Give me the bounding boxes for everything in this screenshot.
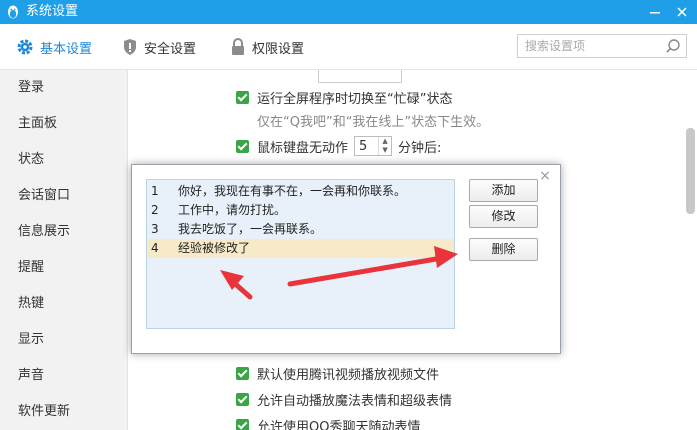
sidebar: 登录 主面板 状态 会话窗口 信息展示 提醒 热键 显示 声音 软件更新 bbox=[0, 70, 128, 430]
sidebar-item-sound[interactable]: 声音 bbox=[0, 358, 127, 394]
auto-reply-dialog: × 1 你好，我现在有事不在，一会再和你联系。 2 工作中，请勿打扰。 3 我去… bbox=[131, 164, 561, 354]
tab-bar: 基本设置 安全设置 权限设置 bbox=[0, 24, 697, 70]
tab-label: 权限设置 bbox=[252, 41, 305, 57]
title-bar: 系统设置 bbox=[0, 0, 697, 24]
qq-penguin-icon bbox=[8, 5, 18, 19]
sidebar-item-hotkeys[interactable]: 热键 bbox=[0, 286, 127, 322]
video-player-option[interactable]: 默认使用腾讯视频播放视频文件 bbox=[236, 364, 440, 383]
reply-number: 3 bbox=[151, 222, 159, 236]
edit-button[interactable]: 修改 bbox=[469, 205, 538, 228]
reply-text: 你好，我现在有事不在，一会再和你联系。 bbox=[178, 184, 407, 198]
search-box bbox=[517, 34, 687, 58]
sidebar-item-chat-window[interactable]: 会话窗口 bbox=[0, 178, 127, 214]
option-label: 允许自动播放魔法表情和超级表情 bbox=[257, 393, 453, 409]
qq-show-emoticon-option[interactable]: 允许使用QQ秀聊天随动表情 bbox=[236, 416, 420, 430]
clipped-field bbox=[318, 70, 402, 83]
stepper-arrows-icon[interactable]: ▲ ▼ bbox=[378, 137, 391, 155]
sidebar-item-reminders[interactable]: 提醒 bbox=[0, 250, 127, 286]
window-title: 系统设置 bbox=[26, 4, 79, 19]
option-label: 默认使用腾讯视频播放视频文件 bbox=[257, 367, 440, 383]
magic-emoticon-option[interactable]: 允许自动播放魔法表情和超级表情 bbox=[236, 390, 453, 409]
add-button[interactable]: 添加 bbox=[469, 179, 538, 202]
idle-option[interactable]: 鼠标键盘无动作 5 ▲ ▼ 分钟后: bbox=[236, 136, 441, 156]
video-player-checkbox[interactable] bbox=[236, 366, 249, 380]
option-label: 鼠标键盘无动作 bbox=[257, 140, 349, 156]
list-item-selected[interactable]: 4 经验被修改了 bbox=[147, 239, 454, 258]
close-window-button[interactable] bbox=[667, 0, 697, 24]
option-label: 运行全屏程序时切换至“忙碌”状态 bbox=[257, 91, 453, 107]
sidebar-item-login[interactable]: 登录 bbox=[0, 70, 127, 106]
reply-number: 1 bbox=[151, 184, 159, 198]
tab-security-settings[interactable]: 安全设置 bbox=[122, 36, 196, 58]
search-input[interactable] bbox=[518, 35, 655, 57]
tab-basic-settings[interactable]: 基本设置 bbox=[16, 36, 92, 58]
reply-number: 4 bbox=[151, 241, 159, 255]
sidebar-item-info-display[interactable]: 信息展示 bbox=[0, 214, 127, 250]
minimize-icon bbox=[650, 12, 660, 14]
sidebar-item-display[interactable]: 显示 bbox=[0, 322, 127, 358]
delete-button[interactable]: 删除 bbox=[469, 238, 538, 261]
qq-show-emoticon-checkbox[interactable] bbox=[236, 418, 249, 430]
idle-minutes-stepper[interactable]: 5 ▲ ▼ bbox=[354, 136, 393, 156]
option-label: 允许使用QQ秀聊天随动表情 bbox=[257, 419, 421, 430]
magic-emoticon-checkbox[interactable] bbox=[236, 392, 249, 406]
minimize-button[interactable] bbox=[640, 0, 670, 24]
close-icon bbox=[677, 7, 687, 17]
reply-text: 我去吃饭了，一会再联系。 bbox=[178, 222, 323, 236]
tab-label: 安全设置 bbox=[144, 41, 197, 57]
option-label: 分钟后: bbox=[398, 140, 442, 156]
sidebar-item-status[interactable]: 状态 bbox=[0, 142, 127, 178]
list-item[interactable]: 1 你好，我现在有事不在，一会再和你联系。 bbox=[147, 182, 454, 201]
idle-checkbox[interactable] bbox=[236, 139, 249, 153]
tab-permission-settings[interactable]: 权限设置 bbox=[230, 36, 304, 58]
search-icon[interactable] bbox=[665, 38, 681, 54]
scrollbar-thumb[interactable] bbox=[686, 128, 695, 214]
sidebar-item-software-update[interactable]: 软件更新 bbox=[0, 394, 127, 430]
sidebar-item-main-panel[interactable]: 主面板 bbox=[0, 106, 127, 142]
fullscreen-busy-option[interactable]: 运行全屏程序时切换至“忙碌”状态 bbox=[236, 88, 453, 107]
dialog-close-button[interactable]: × bbox=[536, 167, 554, 185]
fullscreen-hint: 仅在“Q我吧”和“我在线上”状态下生效。 bbox=[257, 114, 490, 130]
reply-number: 2 bbox=[151, 203, 159, 217]
reply-text: 工作中，请勿打扰。 bbox=[178, 203, 287, 217]
fullscreen-busy-checkbox[interactable] bbox=[236, 90, 249, 104]
tab-label: 基本设置 bbox=[40, 41, 93, 57]
shield-icon bbox=[124, 39, 136, 55]
reply-text: 经验被修改了 bbox=[178, 241, 251, 255]
list-item[interactable]: 2 工作中，请勿打扰。 bbox=[147, 201, 454, 220]
list-item[interactable]: 3 我去吃饭了，一会再联系。 bbox=[147, 220, 454, 239]
idle-minutes-value: 5 bbox=[359, 138, 368, 154]
lock-icon bbox=[232, 38, 244, 55]
reply-list[interactable]: 1 你好，我现在有事不在，一会再和你联系。 2 工作中，请勿打扰。 3 我去吃饭… bbox=[146, 179, 455, 329]
gear-icon bbox=[17, 39, 33, 55]
